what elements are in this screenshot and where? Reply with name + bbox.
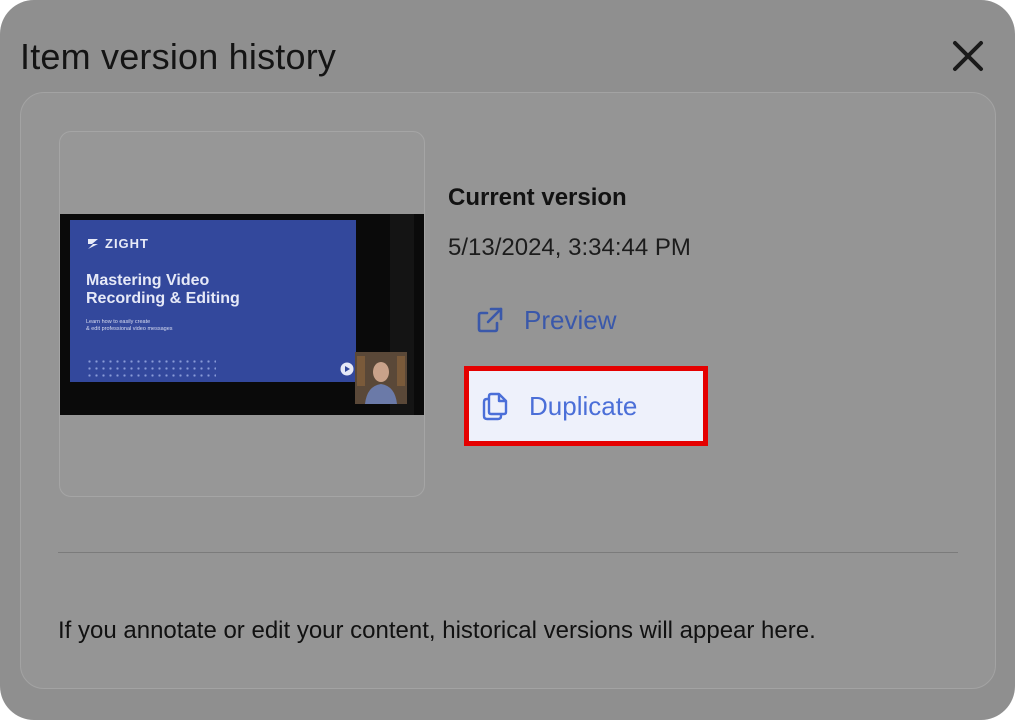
slide-heading-line1: Mastering Video (86, 272, 210, 289)
preview-label: Preview (524, 304, 617, 335)
slide-heading: Mastering Video Recording & Editing (86, 272, 316, 308)
section-divider (58, 552, 958, 553)
brand-name: ZIGHT (105, 236, 149, 251)
presenter-image (355, 352, 407, 404)
external-link-icon (477, 307, 503, 333)
slide-subtitle-line2: & edit professional video messages (86, 326, 173, 332)
close-button[interactable] (946, 34, 990, 78)
zight-logo-icon (88, 238, 98, 249)
current-version-label: Current version (448, 184, 627, 211)
dot-pattern (86, 358, 216, 380)
slide-subtitle-line1: Learn how to easily create (86, 319, 151, 325)
dialog-title: Item version history (20, 36, 337, 77)
video-thumbnail: ZIGHT Mastering Video Recording & Editin… (60, 214, 424, 415)
slide-heading-line2: Recording & Editing (86, 290, 240, 307)
preview-button[interactable]: Preview (464, 280, 704, 360)
slide-subtitle: Learn how to easily create & edit profes… (86, 319, 266, 333)
version-thumbnail-card[interactable]: ZIGHT Mastering Video Recording & Editin… (59, 131, 425, 497)
close-icon (953, 41, 983, 71)
duplicate-button[interactable]: Duplicate (464, 366, 708, 446)
brand-logo: ZIGHT (86, 236, 149, 251)
play-logo-icon (340, 362, 354, 376)
slide-preview: ZIGHT Mastering Video Recording & Editin… (70, 220, 356, 382)
duplicate-label: Duplicate (529, 390, 638, 421)
history-empty-note: If you annotate or edit your content, hi… (58, 617, 816, 644)
version-timestamp: 5/13/2024, 3:34:44 PM (448, 234, 691, 261)
copy-icon (482, 392, 508, 421)
presenter-webcam (355, 352, 407, 404)
version-history-dialog: Item version history ZIGHT Mastering Vid… (0, 0, 1015, 720)
